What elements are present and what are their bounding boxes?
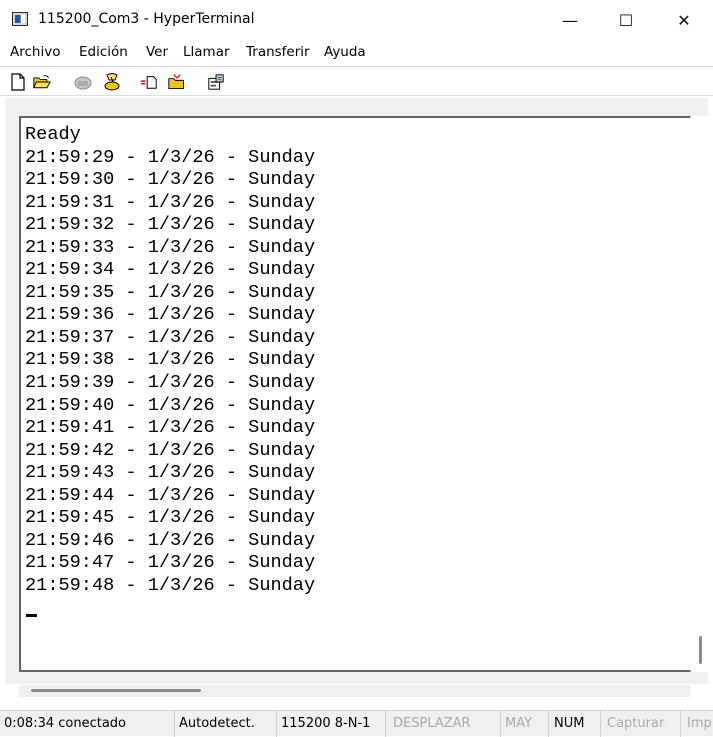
terminal-line: 21:59:29 - 1/3/26 - Sunday bbox=[25, 146, 316, 168]
menu-ver[interactable]: Ver bbox=[146, 44, 168, 60]
terminal-line: 21:59:31 - 1/3/26 - Sunday bbox=[25, 191, 316, 213]
menu-llamar[interactable]: Llamar bbox=[183, 44, 230, 60]
status-caps: MAY bbox=[501, 711, 549, 737]
status-num: NUM bbox=[549, 711, 601, 737]
text-cursor bbox=[26, 614, 37, 617]
terminal-line: 21:59:37 - 1/3/26 - Sunday bbox=[25, 326, 316, 348]
hyperterminal-app-icon[interactable] bbox=[12, 12, 28, 26]
minimize-button[interactable]: — bbox=[541, 0, 599, 40]
status-connection-time: 0:08:34 conectado bbox=[0, 711, 175, 737]
terminal-line: 21:59:43 - 1/3/26 - Sunday bbox=[25, 462, 316, 484]
menu-archivo[interactable]: Archivo bbox=[10, 44, 60, 60]
horizontal-scroll-thumb[interactable] bbox=[31, 689, 201, 692]
terminal-line: 21:59:46 - 1/3/26 - Sunday bbox=[25, 529, 316, 551]
terminal-line: 21:59:42 - 1/3/26 - Sunday bbox=[25, 439, 316, 461]
terminal-line: 21:59:30 - 1/3/26 - Sunday bbox=[25, 169, 316, 191]
close-button[interactable]: ✕ bbox=[655, 0, 713, 40]
status-port-settings: 115200 8-N-1 bbox=[277, 711, 386, 737]
title-bar[interactable]: 115200_Com3 - HyperTerminal — ☐ ✕ bbox=[0, 0, 713, 40]
status-capture: Capturar bbox=[601, 711, 681, 737]
terminal-line: 21:59:33 - 1/3/26 - Sunday bbox=[25, 236, 316, 258]
terminal-line: Ready bbox=[25, 124, 81, 145]
send-file-icon[interactable] bbox=[140, 73, 158, 91]
menu-edicion[interactable]: Edición bbox=[79, 44, 128, 60]
maximize-icon: ☐ bbox=[618, 10, 634, 30]
terminal-line: 21:59:38 - 1/3/26 - Sunday bbox=[25, 349, 316, 371]
toolbar bbox=[0, 66, 713, 96]
vertical-scrollbar[interactable] bbox=[691, 116, 708, 672]
terminal-line: 21:59:48 - 1/3/26 - Sunday bbox=[25, 574, 316, 596]
window-title: 115200_Com3 - HyperTerminal bbox=[38, 11, 255, 27]
menu-bar: Archivo Edición Ver Llamar Transferir Ay… bbox=[0, 40, 713, 64]
terminal-line: 21:59:32 - 1/3/26 - Sunday bbox=[25, 214, 316, 236]
terminal-line: 21:59:35 - 1/3/26 - Sunday bbox=[25, 281, 316, 303]
terminal-line: 21:59:44 - 1/3/26 - Sunday bbox=[25, 484, 316, 506]
minimize-icon: — bbox=[562, 10, 578, 30]
status-scroll: DESPLAZAR bbox=[386, 711, 501, 737]
maximize-button[interactable]: ☐ bbox=[597, 0, 655, 40]
terminal-line: 21:59:34 - 1/3/26 - Sunday bbox=[25, 259, 316, 281]
connect-phone-icon[interactable] bbox=[74, 73, 92, 91]
close-icon: ✕ bbox=[677, 10, 691, 30]
terminal-line: 21:59:39 - 1/3/26 - Sunday bbox=[25, 372, 316, 394]
horizontal-scrollbar[interactable] bbox=[19, 685, 691, 697]
open-folder-icon[interactable] bbox=[33, 73, 51, 91]
menu-ayuda[interactable]: Ayuda bbox=[324, 44, 366, 60]
status-bar: 0:08:34 conectado Autodetect. 115200 8-N… bbox=[0, 710, 713, 737]
terminal-line: 21:59:40 - 1/3/26 - Sunday bbox=[25, 394, 316, 416]
vertical-scroll-thumb[interactable] bbox=[699, 636, 702, 664]
properties-icon[interactable] bbox=[207, 73, 225, 91]
menu-transferir[interactable]: Transferir bbox=[246, 44, 310, 60]
status-print: Imp bbox=[687, 716, 712, 731]
disconnect-icon[interactable] bbox=[103, 73, 121, 91]
terminal-line: 21:59:45 - 1/3/26 - Sunday bbox=[25, 507, 316, 529]
client-area: Ready 21:59:29 - 1/3/26 - Sunday 21:59:30 … bbox=[5, 98, 708, 697]
terminal-screen[interactable]: Ready 21:59:29 - 1/3/26 - Sunday 21:59:30 … bbox=[19, 116, 691, 672]
receive-file-icon[interactable] bbox=[168, 73, 186, 91]
status-detect: Autodetect. bbox=[175, 711, 277, 737]
new-document-icon[interactable] bbox=[9, 73, 27, 91]
terminal-output: Ready 21:59:29 - 1/3/26 - Sunday 21:59:30 … bbox=[25, 124, 315, 597]
terminal-line: 21:59:41 - 1/3/26 - Sunday bbox=[25, 417, 316, 439]
terminal-line: 21:59:36 - 1/3/26 - Sunday bbox=[25, 304, 316, 326]
terminal-line: 21:59:47 - 1/3/26 - Sunday bbox=[25, 552, 316, 574]
